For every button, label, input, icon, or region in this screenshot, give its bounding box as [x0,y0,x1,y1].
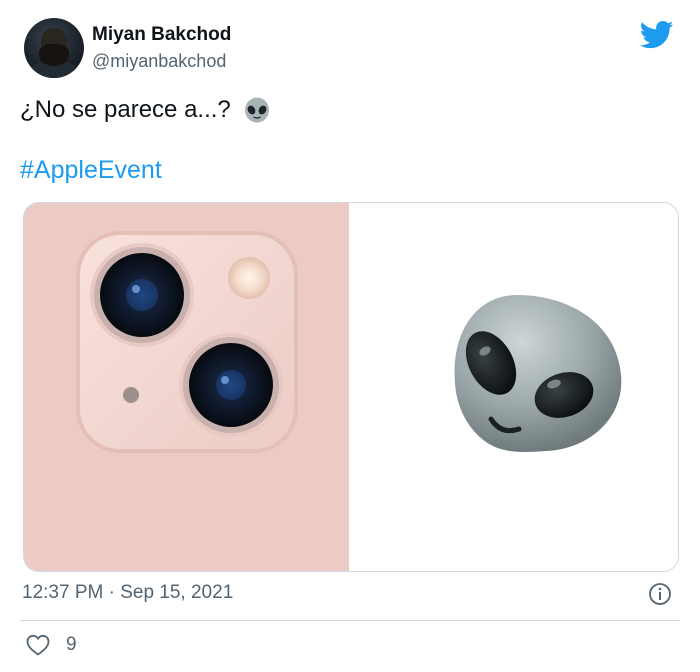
hashtag-link[interactable]: #AppleEvent [20,156,162,185]
author-handle[interactable]: @miyanbakchod [92,51,226,72]
tweet-text: ¿No se parece a...? [20,96,271,125]
avatar-beard [39,44,69,66]
heart-icon[interactable] [26,634,50,656]
iphone-camera-illustration [24,203,349,571]
iphone-camera-image[interactable] [24,203,349,571]
like-button[interactable]: 9 [26,632,77,658]
alien-emoji-illustration [454,295,622,452]
alien-emoji-image[interactable] [349,203,678,571]
author-name[interactable]: Miyan Bakchod [92,24,231,46]
tweet-timestamp[interactable]: 12:37 PM · Sep 15, 2021 [22,582,233,604]
twitter-bird-icon[interactable] [640,20,674,50]
avatar[interactable] [24,18,84,78]
info-icon[interactable] [648,582,672,606]
alien-emoji-icon [244,97,269,123]
tweet-text-content: ¿No se parece a...? [20,96,231,123]
like-count: 9 [66,634,77,655]
tweet-header: Miyan Bakchod @miyanbakchod [24,18,680,80]
divider [20,620,680,621]
tweet-media[interactable] [23,202,679,572]
